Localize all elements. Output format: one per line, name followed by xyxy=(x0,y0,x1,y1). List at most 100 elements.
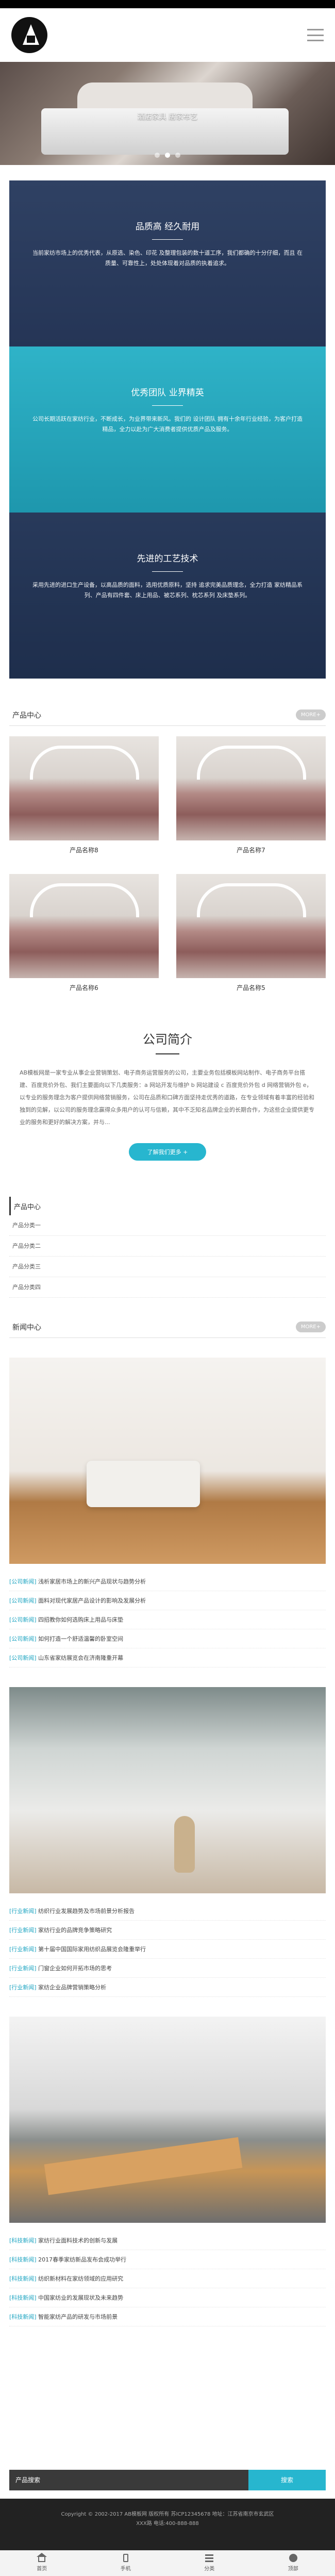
news-item[interactable]: [公司新闻] 四招教你如何选购床上用品与床垫 xyxy=(9,1610,326,1629)
search-input[interactable]: 产品搜索 xyxy=(9,2470,248,2490)
news-tag: [行业新闻] xyxy=(9,1927,37,1934)
news-title: 浅析家居市场上的新兴产品现状与趋势分析 xyxy=(38,1578,146,1585)
news-item[interactable]: [科技新闻] 2017春季家纺新品发布会成功举行 xyxy=(9,2250,326,2269)
news-item[interactable]: [行业新闻] 第十届中国国际家用纺织品展览会隆重举行 xyxy=(9,1940,326,1959)
tab-home[interactable]: 首页 xyxy=(0,2551,84,2576)
tab-label: 手机 xyxy=(120,2566,131,2572)
list-icon xyxy=(205,2554,214,2562)
product-caption: 产品名称6 xyxy=(70,984,98,992)
news-tag: [公司新闻] xyxy=(9,1616,37,1623)
footer-contact: XXX路 电话:400-888-888 xyxy=(136,2521,199,2527)
news-list: [行业新闻] 纺织行业发展趋势及市场前景分析报告 [行业新闻] 家纺行业的品牌竞… xyxy=(9,1902,326,1997)
divider xyxy=(152,405,183,406)
features: 品质高 经久耐用 当前家纺市场上的优秀代表，从原选、染色、印花 及整理包装的数十… xyxy=(9,180,326,679)
news-item[interactable]: [行业新闻] 家纺企业品牌营销策略分析 xyxy=(9,1978,326,1997)
feature-block-team: 优秀团队 业界精英 公司长期活跃在家纺行业，不断成长，为业界带来新风。我们的 设… xyxy=(9,346,326,513)
news-title: 智能家纺产品的研发与市场前景 xyxy=(38,2314,118,2320)
divider xyxy=(152,239,183,240)
company-intro: 公司简介 AB模板网是一家专业从事企业营销策划、电子商务运营服务的公司，主要业务… xyxy=(9,1029,326,1161)
news-item[interactable]: [行业新闻] 纺织行业发展趋势及市场前景分析报告 xyxy=(9,1902,326,1921)
banner-caption: 酒店家具 居家布艺 xyxy=(137,113,198,121)
news-tag: [科技新闻] xyxy=(9,2314,37,2320)
news-title: 门窗企业如何开拓市场的思考 xyxy=(38,1965,112,1972)
news-tag: [公司新闻] xyxy=(9,1597,37,1604)
tab-top[interactable]: 顶部 xyxy=(252,2551,335,2576)
category-item[interactable]: 产品分类三 xyxy=(9,1257,326,1277)
news-title: 第十届中国国际家用纺织品展览会隆重举行 xyxy=(38,1946,146,1953)
more-button[interactable]: MORE+ xyxy=(295,709,326,720)
product-card[interactable]: 产品名称8 xyxy=(9,736,159,854)
news-item[interactable]: [行业新闻] 家纺行业的品牌竞争策略研究 xyxy=(9,1921,326,1940)
logo[interactable] xyxy=(11,17,47,53)
slider-dots xyxy=(0,153,335,158)
news-list: [公司新闻] 浅析家居市场上的新兴产品现状与趋势分析 [公司新闻] 面料对现代家… xyxy=(9,1572,326,1667)
news-title: 如何打造一个舒适温馨的卧室空间 xyxy=(38,1636,124,1642)
product-card[interactable]: 产品名称7 xyxy=(176,736,326,854)
company-title: 公司简介 xyxy=(143,1032,192,1047)
footer-copyright: Copyright © 2002-2017 AB模板网 版权所有 苏ICP123… xyxy=(61,2512,274,2517)
site-header xyxy=(0,8,335,62)
feature-text: 采用先进的进口生产设备，以高品质的面料，选用优质原料，坚持 追求完美品质理念，全… xyxy=(32,582,303,599)
menu-icon[interactable] xyxy=(307,29,324,41)
search-button[interactable]: 搜索 xyxy=(248,2470,326,2490)
category-item[interactable]: 产品分类一 xyxy=(9,1215,326,1236)
tab-label: 顶部 xyxy=(288,2566,298,2572)
product-image xyxy=(176,874,326,978)
product-caption: 产品名称8 xyxy=(70,847,98,854)
feature-title: 品质高 经久耐用 xyxy=(135,222,200,232)
category-item[interactable]: 产品分类四 xyxy=(9,1277,326,1298)
news-item[interactable]: [科技新闻] 纺织新材料在家纺领域的应用研究 xyxy=(9,2269,326,2288)
product-card[interactable]: 产品名称6 xyxy=(9,874,159,992)
product-caption: 产品名称5 xyxy=(237,984,265,992)
divider xyxy=(156,1053,179,1054)
feature-block-tech: 先进的工艺技术 采用先进的进口生产设备，以高品质的面料，选用优质原料，坚持 追求… xyxy=(9,513,326,679)
news-item[interactable]: [公司新闻] 浅析家居市场上的新兴产品现状与趋势分析 xyxy=(9,1572,326,1591)
bottom-tab-bar: 首页 手机 分类 顶部 xyxy=(0,2550,335,2576)
feature-text: 当前家纺市场上的优秀代表，从原选、染色、印花 及整理包装的数十道工序，我们都确的… xyxy=(32,250,303,267)
news-tag: [行业新闻] xyxy=(9,1965,37,1972)
feature-text: 公司长期活跃在家纺行业，不断成长，为业界带来新风。我们的 设计团队 拥有十余年行… xyxy=(32,416,303,433)
news-item[interactable]: [科技新闻] 家纺行业面料技术的创新与发展 xyxy=(9,2231,326,2250)
news-item[interactable]: [科技新闻] 中国家纺业的发展现状及未来趋势 xyxy=(9,2288,326,2307)
news-item[interactable]: [公司新闻] 面料对现代家居产品设计的影响及发展分析 xyxy=(9,1591,326,1610)
news-item[interactable]: [公司新闻] 如何打造一个舒适温馨的卧室空间 xyxy=(9,1629,326,1648)
slider-dot[interactable] xyxy=(155,153,160,158)
news-tag: [公司新闻] xyxy=(9,1636,37,1642)
slider-dot-active[interactable] xyxy=(165,153,170,158)
search-bar: 产品搜索 搜索 xyxy=(9,2470,326,2490)
slider-dot[interactable] xyxy=(175,153,180,158)
news-tag: [公司新闻] xyxy=(9,1578,37,1585)
company-text: AB模板网是一家专业从事企业营销策划、电子商务运营服务的公司，主要业务包括模板网… xyxy=(20,1069,314,1126)
news-item[interactable]: [行业新闻] 门窗企业如何开拓市场的思考 xyxy=(9,1959,326,1978)
feature-block-quality: 品质高 经久耐用 当前家纺市场上的优秀代表，从原选、染色、印花 及整理包装的数十… xyxy=(9,180,326,346)
news-item[interactable]: [公司新闻] 山东省家纺展览会在济南隆重开幕 xyxy=(9,1648,326,1667)
news-tag: [行业新闻] xyxy=(9,1984,37,1991)
news-image-livingroom[interactable] xyxy=(9,1358,326,1564)
news-tag: [科技新闻] xyxy=(9,2275,37,2282)
tab-phone[interactable]: 手机 xyxy=(84,2551,168,2576)
product-image xyxy=(176,736,326,840)
category-nav: 产品中心 产品分类一 产品分类二 产品分类三 产品分类四 xyxy=(9,1197,326,1298)
learn-more-button[interactable]: 了解我们更多 + xyxy=(128,1143,207,1161)
news-image-curtains[interactable] xyxy=(9,1687,326,1893)
more-button[interactable]: MORE+ xyxy=(295,1322,326,1332)
news-title: 面料对现代家居产品设计的影响及发展分析 xyxy=(38,1597,146,1604)
feature-title: 优秀团队 业界精英 xyxy=(131,388,204,398)
news-title: 纺织新材料在家纺领域的应用研究 xyxy=(38,2275,124,2282)
footer: Copyright © 2002-2017 AB模板网 版权所有 苏ICP123… xyxy=(0,2499,335,2550)
category-item[interactable]: 产品分类二 xyxy=(9,1236,326,1257)
news-title: 家纺行业面料技术的创新与发展 xyxy=(38,2237,118,2244)
tab-label: 首页 xyxy=(37,2566,47,2572)
news-tag: [公司新闻] xyxy=(9,1655,37,1661)
news-tag: [科技新闻] xyxy=(9,2294,37,2301)
category-nav-title: 产品中心 xyxy=(9,1197,326,1215)
news-image-kitchen[interactable] xyxy=(9,2017,326,2223)
news-title: 四招教你如何选购床上用品与床垫 xyxy=(38,1616,124,1623)
product-card[interactable]: 产品名称5 xyxy=(176,874,326,992)
news-item[interactable]: [科技新闻] 智能家纺产品的研发与市场前景 xyxy=(9,2307,326,2326)
news-tag: [行业新闻] xyxy=(9,1908,37,1914)
hero-banner: 酒店家具 居家布艺 xyxy=(0,62,335,165)
home-icon xyxy=(37,2553,47,2562)
tab-category[interactable]: 分类 xyxy=(167,2551,252,2576)
news-tag: [科技新闻] xyxy=(9,2256,37,2263)
